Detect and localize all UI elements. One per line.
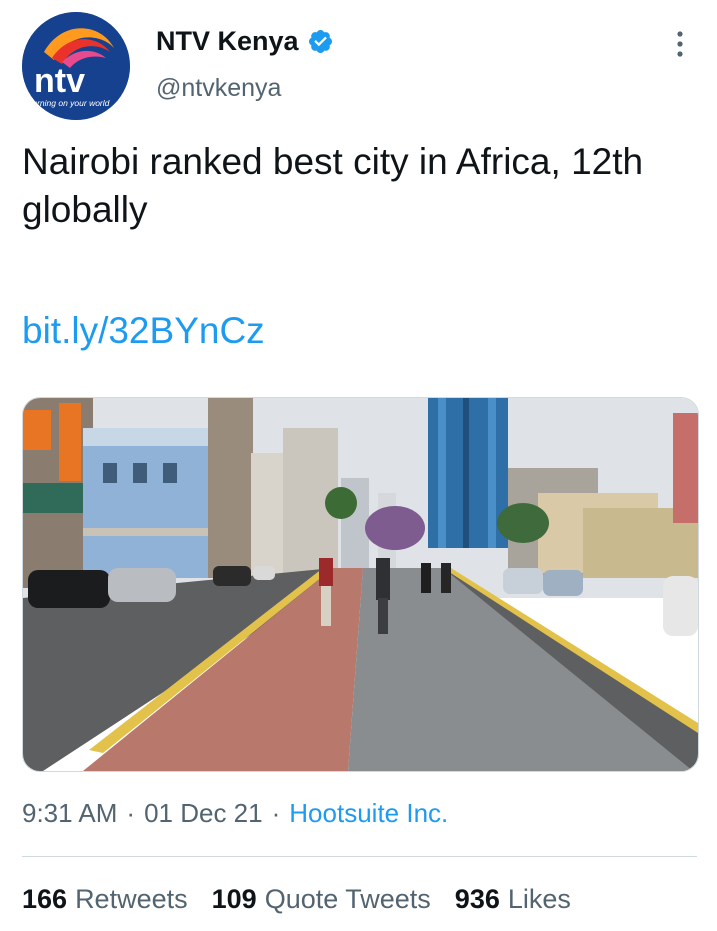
tweet-time[interactable]: 9:31 AM [22,798,117,829]
likes-stat[interactable]: 936 Likes [455,884,571,915]
street-scene-image [23,398,698,771]
tweet-stats: 166 Retweets 109 Quote Tweets 936 Likes [22,884,595,915]
tweet-link[interactable]: bit.ly/32BYnCz [22,310,265,352]
tweet-date[interactable]: 01 Dec 21 [144,798,263,829]
retweets-count: 166 [22,884,68,914]
author-name[interactable]: NTV Kenya [156,26,299,57]
tweet-meta: 9:31 AM · 01 Dec 21 · Hootsuite Inc. [22,798,448,829]
tweet-photo[interactable] [22,397,699,772]
meta-separator: · [126,798,136,828]
avatar[interactable]: ntv turning on your world [22,12,130,120]
verified-badge-icon [308,29,332,54]
tweet-text: Nairobi ranked best city in Africa, 12th… [22,141,644,230]
likes-count: 936 [454,884,500,914]
avatar-tagline: turning on your world [30,98,110,108]
author-handle[interactable]: @ntvkenya [156,74,281,103]
quote-tweets-count: 109 [211,884,257,914]
retweets-stat[interactable]: 166 Retweets [22,884,188,915]
ntv-logo: ntv turning on your world [22,12,130,120]
tweet-source-link[interactable]: Hootsuite Inc. [289,798,448,829]
divider [22,856,697,857]
avatar-logo-text: ntv [34,62,85,100]
meta-separator: · [271,798,281,828]
more-options-icon[interactable] [666,28,694,60]
author-name-row[interactable]: NTV Kenya [156,26,334,57]
likes-label: Likes [507,884,571,914]
quote-tweets-label: Quote Tweets [264,884,431,914]
quote-tweets-stat[interactable]: 109 Quote Tweets [212,884,431,915]
retweets-label: Retweets [75,884,188,914]
